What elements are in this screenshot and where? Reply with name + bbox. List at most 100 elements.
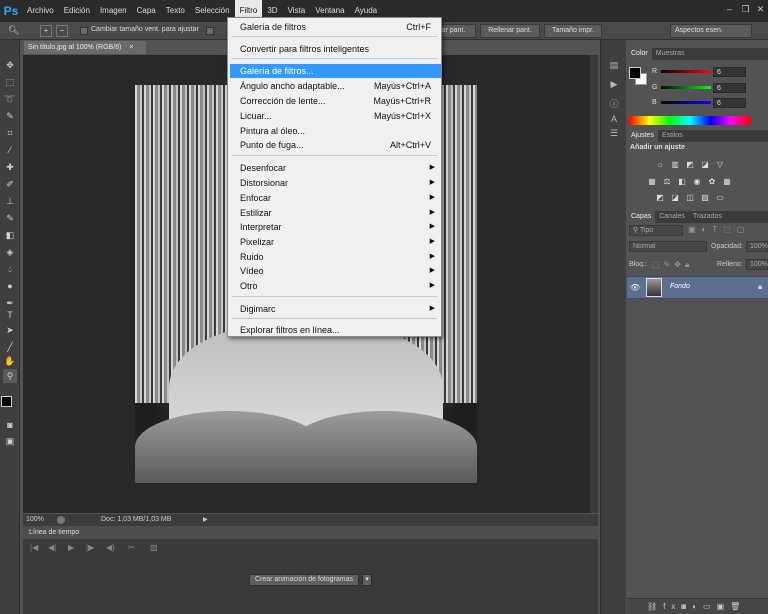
properties-panel-icon[interactable]: ☰	[607, 127, 621, 140]
create-animation-dropdown-icon[interactable]: ▾	[362, 574, 372, 586]
channel-b-slider[interactable]	[661, 101, 711, 104]
tab-color[interactable]: Color	[627, 48, 652, 60]
threshold-icon[interactable]: ◫	[685, 193, 695, 202]
marquee-tool-icon[interactable]: ⬚	[3, 75, 17, 89]
brush-tool-icon[interactable]: ✐	[3, 177, 17, 191]
hand-tool-icon[interactable]: ✋	[3, 354, 17, 368]
tab-muestras[interactable]: Muestras	[652, 48, 689, 60]
selective-color-icon[interactable]: ▨	[700, 193, 710, 202]
gradient-map-icon[interactable]: ▭	[715, 193, 725, 202]
zoom-tool-icon[interactable]: 🔍︎	[8, 25, 22, 37]
transition-icon[interactable]: ▧	[150, 543, 158, 552]
exposure-icon[interactable]: ◪	[700, 160, 710, 169]
menu-item-filter-gallery[interactable]: Galería de filtros...	[230, 64, 441, 78]
history-brush-tool-icon[interactable]: ✎	[3, 211, 17, 225]
prev-frame-icon[interactable]: ◀|	[48, 543, 56, 552]
menu-archivo[interactable]: Archivo	[22, 0, 59, 22]
menu-item-noise[interactable]: Ruido ▶	[228, 250, 441, 264]
menu-item-stylize[interactable]: Estilizar ▶	[228, 206, 441, 220]
layer-name[interactable]: Fondo	[670, 283, 690, 290]
workspace-selector[interactable]: Aspectos esen.	[670, 24, 752, 38]
menu-item-other[interactable]: Otro ▶	[228, 279, 441, 293]
layer-footer-icons[interactable]: ⛓fx◙◐▭▣🗑︎	[647, 602, 746, 611]
crop-tool-icon[interactable]: ⌗	[3, 126, 17, 140]
eraser-tool-icon[interactable]: ◧	[3, 228, 17, 242]
dodge-tool-icon[interactable]: ●	[3, 279, 17, 293]
eyedropper-tool-icon[interactable]: ⁄	[3, 143, 17, 157]
healing-brush-tool-icon[interactable]: ✚	[3, 160, 17, 174]
line-tool-icon[interactable]: ╱	[3, 340, 17, 354]
menu-item-distort[interactable]: Distorsionar ▶	[228, 176, 441, 190]
zoom-out-icon[interactable]: −	[56, 25, 68, 37]
channel-g-slider[interactable]	[661, 86, 711, 89]
lock-icons[interactable]: ⬚✎✥🔒︎	[652, 260, 693, 270]
path-selection-tool-icon[interactable]: ➤	[3, 323, 17, 337]
channel-r-value[interactable]: 6	[713, 67, 746, 77]
channel-b-value[interactable]: 6	[713, 98, 746, 108]
menu-item-adaptive-wide-angle[interactable]: Ángulo ancho adaptable... Mayús+Ctrl+A	[228, 79, 441, 93]
zoom-level[interactable]: 100%	[26, 514, 44, 526]
fg-color-swatch[interactable]	[629, 67, 641, 79]
channel-g-value[interactable]: 6	[713, 83, 746, 93]
levels-icon[interactable]: ▥	[670, 160, 680, 169]
paint-bucket-tool-icon[interactable]: ◈	[3, 245, 17, 259]
menu-item-render[interactable]: Interpretar ▶	[228, 220, 441, 234]
color-balance-icon[interactable]: ⚖	[662, 177, 672, 186]
menu-capa[interactable]: Capa	[132, 0, 161, 22]
clone-stamp-tool-icon[interactable]: ⊥	[3, 194, 17, 208]
menu-item-browse-online[interactable]: Explorar filtros en línea...	[228, 323, 441, 337]
status-arrow-icon[interactable]: ▶	[203, 514, 208, 526]
history-panel-icon[interactable]: ▤	[607, 59, 621, 72]
tab-capas[interactable]: Capas	[627, 211, 656, 223]
tab-ajustes[interactable]: Ajustes	[627, 130, 658, 142]
menu-item-digimarc[interactable]: Digimarc ▶	[228, 302, 441, 316]
visibility-eye-icon[interactable]: 👁︎	[630, 283, 640, 292]
curves-icon[interactable]: ◩	[685, 160, 695, 169]
tab-canales[interactable]: Canales	[655, 211, 689, 223]
fill-value[interactable]: 100%	[746, 259, 768, 270]
document-tab[interactable]: Sin título.jpg al 100% (RGB/8) ×	[24, 41, 146, 54]
screen-mode-icon[interactable]: ▣	[3, 434, 17, 448]
menu-item-vanishing-point[interactable]: Punto de fuga... Alt+Ctrl+V	[228, 138, 441, 152]
menu-imagen[interactable]: Imagen	[95, 0, 132, 22]
opacity-value[interactable]: 100%	[746, 241, 768, 252]
play-icon[interactable]: ▶	[68, 543, 74, 552]
menu-item-convert-smart-filters[interactable]: Convertir para filtros inteligentes	[228, 42, 441, 56]
brightness-icon[interactable]: ☼	[655, 160, 665, 169]
menu-item-liquify[interactable]: Licuar... Mayús+Ctrl+X	[228, 109, 441, 123]
audio-icon[interactable]: ◀)	[106, 543, 115, 552]
print-size-button[interactable]: Tamaño impr.	[544, 24, 602, 38]
next-frame-icon[interactable]: |▶	[86, 543, 94, 552]
character-panel-icon[interactable]: A	[607, 113, 621, 126]
restore-icon[interactable]: ❐	[740, 4, 751, 15]
resize-window-checkbox[interactable]	[80, 27, 88, 35]
zoom-tool-icon[interactable]: ⚲	[3, 369, 17, 383]
menu-texto[interactable]: Texto	[161, 0, 190, 22]
first-frame-icon[interactable]: |◀	[30, 543, 38, 552]
quick-mask-icon[interactable]: ◙	[3, 418, 17, 432]
layer-thumbnail[interactable]	[646, 278, 662, 297]
zoom-all-checkbox[interactable]	[206, 27, 214, 35]
channel-mixer-icon[interactable]: ✿	[707, 177, 717, 186]
tab-estilos[interactable]: Estilos	[658, 130, 687, 142]
vertical-scrollbar[interactable]	[590, 55, 598, 513]
channel-r-slider[interactable]	[661, 70, 711, 73]
close-tab-icon[interactable]: ×	[129, 44, 133, 51]
posterize-icon[interactable]: ◪	[670, 193, 680, 202]
layer-filter-icons[interactable]: ▣◐T⬚▢	[688, 225, 750, 234]
layer-filter-select[interactable]: ⚲ Tipo	[629, 225, 683, 236]
split-scissors-icon[interactable]: ✂	[128, 543, 135, 552]
blend-mode-select[interactable]: Normal	[629, 241, 707, 252]
vibrance-icon[interactable]: ▽	[715, 160, 725, 169]
tab-trazados[interactable]: Trazados	[689, 211, 726, 223]
type-tool-icon[interactable]: T	[3, 308, 17, 322]
menu-item-video[interactable]: Vídeo ▶	[228, 264, 441, 278]
minimize-icon[interactable]: –	[724, 4, 735, 15]
menu-item-oil-paint[interactable]: Pintura al óleo...	[228, 124, 441, 138]
move-tool-icon[interactable]: ✥	[3, 58, 17, 72]
black-white-icon[interactable]: ◧	[677, 177, 687, 186]
menu-item-filter-gallery-last[interactable]: Galería de filtros Ctrl+F	[228, 20, 441, 34]
fill-screen-button-2[interactable]: Rellenar pant.	[480, 24, 540, 38]
menu-item-sharpen[interactable]: Enfocar ▶	[228, 191, 441, 205]
color-spectrum[interactable]	[629, 116, 751, 125]
